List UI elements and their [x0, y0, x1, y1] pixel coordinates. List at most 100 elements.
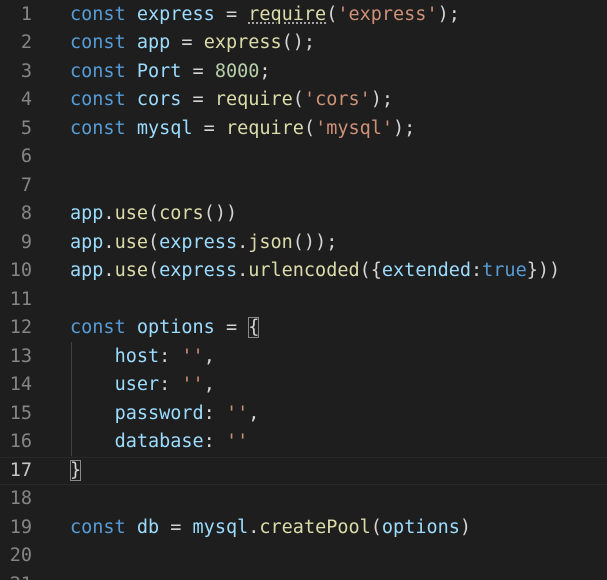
code-token: ()) [203, 203, 238, 224]
code-token: = [181, 89, 215, 110]
code-line[interactable]: 14 user: '', [0, 371, 607, 400]
code-token: , [248, 402, 260, 424]
code-text: const options = { [70, 314, 260, 343]
code-text: app.use(cors()) [70, 200, 237, 229]
code-text: database: '' [70, 428, 249, 457]
code-text: const mysql = require('mysql'); [70, 115, 415, 144]
code-token: ( [292, 89, 304, 110]
code-line[interactable]: 5 const mysql = require('mysql'); [0, 115, 607, 144]
code-token: ( [147, 203, 160, 224]
code-token: ); [393, 117, 416, 139]
code-line[interactable]: 17} [0, 457, 607, 486]
matching-brace: { [248, 317, 260, 338]
line-number: 2 [20, 32, 32, 53]
code-line[interactable]: 15 password: '', [0, 400, 607, 429]
code-line[interactable]: 20 [0, 542, 607, 571]
code-line[interactable]: 7 [0, 172, 607, 201]
code-text: const cors = require('cors'); [70, 86, 393, 115]
code-token: . [248, 516, 260, 538]
code-line[interactable]: 6 [0, 143, 607, 172]
line-number: 9 [20, 231, 32, 253]
code-token: ( [303, 117, 316, 139]
code-token: ( [370, 516, 382, 538]
code-token: const [70, 32, 126, 53]
code-text: password: '', [70, 400, 260, 429]
code-token: . [103, 260, 115, 281]
code-token: , [203, 345, 215, 367]
code-token: const [70, 317, 126, 338]
code-line[interactable]: 19 const db = mysql.createPool(options) [0, 514, 607, 543]
code-line[interactable]: 1 const express = require('express'); [0, 1, 607, 30]
code-line[interactable]: 3 const Port = 8000; [0, 58, 607, 87]
code-editor[interactable]: 1 const express = require('express'); 2 con… [0, 0, 607, 580]
code-token: . [103, 203, 115, 224]
line-number: 6 [20, 146, 32, 167]
code-line[interactable]: 18 [0, 485, 607, 514]
code-token: cors [136, 89, 182, 110]
code-token: use [114, 231, 148, 253]
code-token: ()); [292, 231, 338, 253]
code-token: '' [225, 402, 249, 424]
code-token: ( [147, 231, 160, 253]
code-token: 'cors' [303, 89, 371, 110]
line-number: 17 [9, 459, 32, 481]
code-token-hint: require [248, 3, 327, 25]
code-text: host: '', [70, 343, 215, 372]
line-number: 16 [9, 431, 32, 452]
line-number: 18 [9, 488, 32, 509]
code-line[interactable]: 11 [0, 286, 607, 315]
code-line[interactable]: 2 const app = express(); [0, 29, 607, 58]
code-line[interactable]: 21 [0, 571, 607, 580]
code-token: require [225, 117, 304, 139]
line-number: 10 [9, 260, 32, 281]
code-token: = [214, 317, 249, 338]
code-token: express [136, 3, 215, 25]
code-token: password [114, 402, 204, 424]
code-token: host [114, 345, 160, 367]
code-token: 8000 [214, 60, 260, 82]
code-token: = [159, 516, 193, 538]
code-token: ); [370, 89, 394, 110]
line-number: 21 [0, 571, 32, 580]
code-token: (); [281, 32, 316, 53]
code-token: . [237, 260, 249, 281]
code-line[interactable]: 4 const cors = require('cors'); [0, 86, 607, 115]
code-token: = [181, 60, 215, 82]
code-line[interactable]: 13 host: '', [0, 343, 607, 372]
code-text: } [70, 457, 82, 486]
code-token: express [159, 231, 238, 253]
code-line[interactable]: 16 database: '' [0, 428, 607, 457]
code-token: options [136, 317, 215, 338]
code-token: db [136, 516, 160, 538]
code-token: user [114, 374, 160, 395]
line-number: 20 [9, 545, 32, 566]
code-line[interactable]: 9 app.use(express.json()); [0, 229, 607, 258]
code-token: createPool [259, 516, 371, 538]
code-text: const db = mysql.createPool(options) [70, 514, 471, 543]
code-token: extended [381, 260, 472, 281]
code-token: const [70, 117, 126, 139]
code-token: express [159, 260, 238, 281]
code-token: = [170, 32, 204, 53]
code-text: app.use(express.json()); [70, 229, 337, 258]
line-number: 3 [20, 60, 32, 82]
code-line[interactable]: 12 const options = { [0, 314, 607, 343]
code-token: Port [136, 60, 182, 82]
code-text: user: '', [70, 371, 215, 400]
code-line[interactable]: 10 app.use(express.urlencoded({extended:t… [0, 257, 607, 286]
code-token: options [381, 516, 460, 538]
code-token: app [70, 203, 104, 224]
code-token: })) [526, 260, 561, 281]
code-line[interactable]: 8 app.use(cors()) [0, 200, 607, 229]
code-token: use [114, 203, 148, 224]
line-number: 13 [9, 345, 32, 367]
code-token: express [203, 32, 282, 53]
code-token: '' [181, 345, 204, 367]
